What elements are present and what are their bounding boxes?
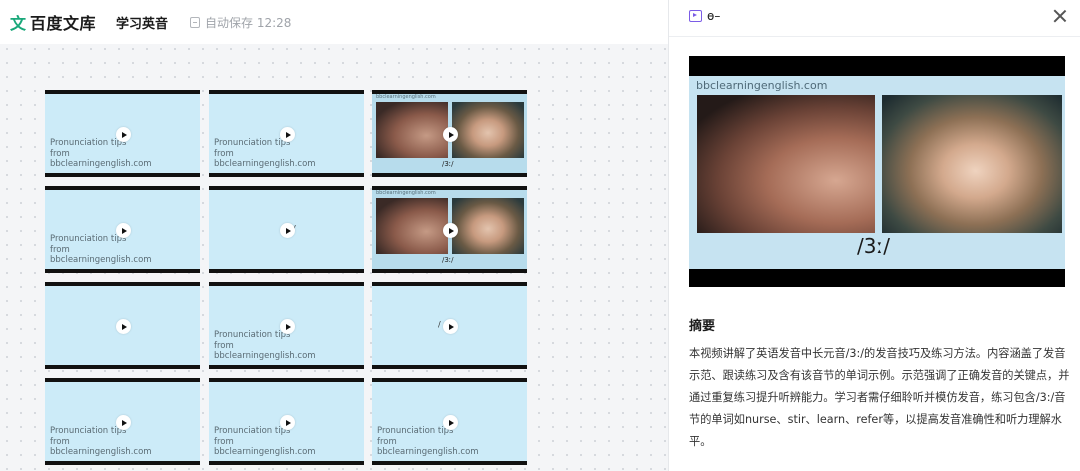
card-caption-line: Pronunciation tips — [214, 426, 291, 436]
play-icon[interactable] — [116, 223, 131, 238]
card-face-presenter — [452, 198, 524, 254]
card-caption-line: bbclearningenglish.com — [50, 159, 152, 169]
play-icon[interactable] — [443, 223, 458, 238]
card-caption-line: bbclearningenglish.com — [214, 351, 316, 361]
video-card[interactable]: / ː/ — [372, 282, 527, 369]
video-card[interactable]: bbclearningenglish.com/3ː/ — [372, 186, 527, 273]
card-caption: Pronunciation tips from bbclearningenglish… — [214, 138, 324, 170]
save-status-text: 自动保存 12:28 — [205, 15, 292, 30]
wenku-logo-icon: 文 — [10, 14, 27, 33]
card-watermark-url: bbclearningenglish.com — [376, 94, 436, 100]
card-caption-line: bbclearningenglish.com — [50, 255, 152, 265]
play-icon[interactable] — [280, 223, 295, 238]
video-card[interactable]: Pronunciation tips from bbclearningenglish… — [209, 282, 364, 369]
card-caption-line: Pronunciation tips — [50, 234, 127, 244]
play-icon[interactable] — [280, 127, 295, 142]
video-frame: bbclearningenglish.com /3ː/ — [689, 76, 1065, 269]
video-card[interactable]: Pronunciation tips from bbclearningenglish… — [45, 90, 200, 177]
document-title[interactable]: 学习英音 — [116, 13, 168, 32]
card-caption: Pronunciation tips from bbclearningenglish… — [377, 426, 487, 458]
card-caption-line: from — [214, 148, 234, 159]
card-face-closeup — [376, 198, 448, 254]
summary-heading: 摘要 — [689, 319, 716, 334]
play-icon[interactable] — [280, 415, 295, 430]
card-phonetic-symbol: /3ː/ — [442, 160, 454, 168]
panel-divider — [669, 36, 1080, 37]
logo[interactable]: 文 百度文库 — [10, 10, 96, 34]
save-status: 自动保存 12:28 — [190, 14, 291, 31]
card-caption-line: bbclearningenglish.com — [214, 159, 316, 169]
play-icon[interactable] — [443, 415, 458, 430]
card-caption-line: bbclearningenglish.com — [214, 447, 316, 457]
video-card[interactable]: Pronunciation tips from bbclearningenglish… — [45, 186, 200, 273]
card-caption-line: from — [50, 148, 70, 159]
card-caption: Pronunciation tips from bbclearningenglish… — [50, 138, 160, 170]
play-icon[interactable] — [280, 319, 295, 334]
play-icon[interactable] — [116, 415, 131, 430]
card-watermark-url: bbclearningenglish.com — [376, 190, 436, 196]
play-icon[interactable] — [443, 319, 458, 334]
card-face-closeup — [376, 102, 448, 158]
video-icon — [689, 10, 702, 22]
video-card[interactable]: Pronunciation tips from bbclearningenglish… — [209, 378, 364, 465]
panel-header: ɵ– — [669, 0, 1080, 36]
card-caption-line: from — [50, 244, 70, 255]
card-caption-line: Pronunciation tips — [50, 138, 127, 148]
video-card[interactable]: Pronunciation tips from bbclearningenglish… — [372, 378, 527, 465]
video-watermark-url: bbclearningenglish.com — [696, 79, 828, 92]
card-caption: Pronunciation tips from bbclearningenglish… — [214, 426, 324, 458]
card-caption-line: bbclearningenglish.com — [50, 447, 152, 457]
card-caption-line: from — [377, 436, 397, 447]
top-bar: 文 百度文库 学习英音 自动保存 12:28 — [0, 0, 668, 44]
video-face-closeup — [697, 95, 875, 233]
summary-text: 本视频讲解了英语发音中长元音/3:/的发音技巧及练习方法。内容涵盖了发音示范、跟… — [689, 347, 1070, 448]
video-player[interactable]: bbclearningenglish.com /3ː/ — [689, 56, 1065, 287]
video-card[interactable]: Pronunciation tips from bbclearningenglish… — [209, 90, 364, 177]
card-caption-line: from — [214, 340, 234, 351]
save-icon — [190, 16, 201, 28]
card-caption-line: Pronunciation tips — [214, 330, 291, 340]
video-card[interactable] — [45, 282, 200, 369]
card-face-presenter — [452, 102, 524, 158]
card-phonetic-symbol: /3ː/ — [442, 256, 454, 264]
video-phonetic-symbol: /3ː/ — [857, 234, 890, 258]
card-caption-line: Pronunciation tips — [377, 426, 454, 436]
play-icon[interactable] — [116, 319, 131, 334]
canvas-workspace: 文 百度文库 学习英音 自动保存 12:28 Pronunciation tip… — [0, 0, 668, 471]
play-icon[interactable] — [116, 127, 131, 142]
play-icon[interactable] — [443, 127, 458, 142]
card-caption-line: Pronunciation tips — [214, 138, 291, 148]
card-caption: Pronunciation tips from bbclearningenglish… — [50, 234, 160, 266]
video-card[interactable]: bbclearningenglish.com/3ː/ — [372, 90, 527, 177]
card-caption-line: Pronunciation tips — [50, 426, 127, 436]
video-card[interactable]: Pronunciation tips from bbclearningenglish… — [45, 378, 200, 465]
panel-title: ɵ– — [707, 9, 721, 23]
video-face-presenter — [882, 95, 1062, 233]
card-caption-line: from — [214, 436, 234, 447]
card-caption: Pronunciation tips from bbclearningenglish… — [50, 426, 160, 458]
video-detail-panel: ɵ– bbclearningenglish.com /3ː/ 摘要 本视频讲解了… — [668, 0, 1080, 471]
card-caption-line: bbclearningenglish.com — [377, 447, 479, 457]
video-card[interactable]: / — [209, 186, 364, 273]
close-icon[interactable] — [1053, 9, 1067, 23]
card-caption: Pronunciation tips from bbclearningenglish… — [214, 330, 324, 362]
card-caption-line: from — [50, 436, 70, 447]
logo-text: 百度文库 — [30, 14, 97, 33]
